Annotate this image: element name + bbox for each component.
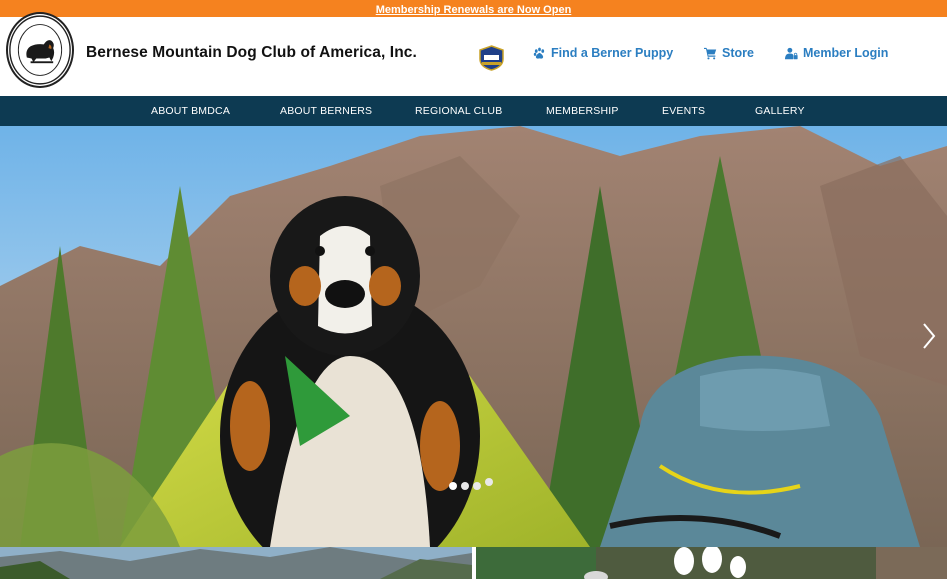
slide-dot[interactable] [449, 482, 457, 490]
feature-tile-left[interactable] [0, 547, 472, 579]
paw-print-photo [476, 547, 947, 579]
nav-about-berners[interactable]: ABOUT BERNERS [280, 96, 372, 126]
slide-dot[interactable] [473, 482, 481, 490]
nav-about-bmdca[interactable]: ABOUT BMDCA [151, 96, 230, 126]
membership-renewal-link[interactable]: Membership Renewals are Now Open [376, 4, 572, 16]
user-lock-icon [785, 47, 798, 59]
shield-badge-icon[interactable] [478, 45, 505, 71]
slide-dot[interactable] [461, 482, 469, 490]
mountain-photo [0, 547, 472, 579]
nav-membership[interactable]: MEMBERSHIP [546, 96, 619, 126]
site-header: Bernese Mountain Dog Club of America, In… [0, 12, 947, 96]
announcement-banner: Membership Renewals are Now Open [0, 0, 947, 17]
main-nav: ABOUT BMDCA ABOUT BERNERS REGIONAL CLUB … [0, 96, 947, 126]
store-link[interactable]: Store [704, 46, 754, 60]
nav-events[interactable]: EVENTS [662, 96, 705, 126]
find-puppy-link[interactable]: Find a Berner Puppy [533, 46, 673, 60]
member-login-label: Member Login [803, 46, 889, 60]
hero-slideshow [0, 126, 947, 547]
slide-indicators [449, 478, 493, 490]
next-slide-arrow-icon[interactable] [921, 322, 937, 350]
member-login-link[interactable]: Member Login [785, 46, 888, 60]
nav-gallery[interactable]: GALLERY [755, 96, 805, 126]
store-label: Store [722, 46, 754, 60]
club-logo-graphic [9, 15, 71, 85]
nav-regional-club[interactable]: REGIONAL CLUB [415, 96, 502, 126]
site-title[interactable]: Bernese Mountain Dog Club of America, In… [86, 44, 417, 62]
cart-icon [704, 47, 717, 59]
find-puppy-label: Find a Berner Puppy [551, 46, 674, 60]
feature-tile-right[interactable] [476, 547, 947, 579]
paw-icon [533, 47, 545, 59]
slide-dot[interactable] [485, 478, 493, 486]
club-logo[interactable] [6, 12, 74, 88]
